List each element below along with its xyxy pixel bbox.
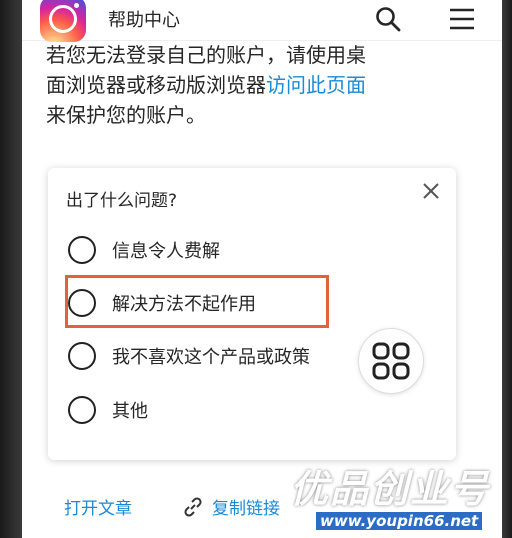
search-icon[interactable]: [374, 5, 402, 33]
radio-button[interactable]: [68, 236, 96, 264]
watermark-url: www.youpin66.net: [316, 512, 483, 530]
option-label: 其他: [112, 401, 148, 422]
copy-link-button[interactable]: 复制链接: [212, 494, 280, 519]
feedback-option-not-working[interactable]: 解决方法不起作用: [68, 285, 256, 321]
page-title: 帮助中心: [108, 10, 180, 31]
intro-line-3: 来保护您的账户。: [46, 103, 206, 127]
feedback-option-dislike-policy[interactable]: 我不喜欢这个产品或政策: [68, 338, 310, 374]
feedback-option-other[interactable]: 其他: [68, 392, 148, 428]
feedback-title: 出了什么问题?: [66, 191, 178, 211]
radio-button[interactable]: [68, 342, 96, 370]
device-bezel-left: [0, 0, 22, 538]
intro-line-1: 若您无法登录自己的账户，请使用桌: [46, 43, 366, 67]
open-article-link[interactable]: 打开文章: [64, 494, 132, 519]
page-header: 帮助中心: [22, 0, 502, 42]
hamburger-menu-icon[interactable]: [448, 7, 476, 31]
instagram-logo-icon[interactable]: [40, 0, 86, 42]
app-grid-button[interactable]: [358, 328, 424, 394]
grid-icon: [372, 342, 410, 380]
option-label: 信息令人费解: [112, 241, 220, 262]
watermark: 优品创业号 www.youpin66.net: [290, 458, 512, 538]
close-icon[interactable]: [420, 180, 442, 202]
feedback-card: 出了什么问题? 信息令人费解 解决方法不起作用 我不喜欢这个产品或政策 其他: [48, 168, 456, 460]
radio-button[interactable]: [68, 289, 96, 317]
feedback-option-confusing[interactable]: 信息令人费解: [68, 232, 220, 268]
option-label: 我不喜欢这个产品或政策: [112, 347, 310, 368]
link-chain-icon: [184, 497, 202, 517]
intro-line-2-text: 面浏览器或移动版浏览器: [46, 73, 266, 97]
intro-text: 若您无法登录自己的账户，请使用桌 面浏览器或移动版浏览器访问此页面 来保护您的账…: [46, 40, 476, 130]
option-label: 解决方法不起作用: [112, 294, 256, 315]
visit-page-link[interactable]: 访问此页面: [266, 73, 366, 97]
intro-line-2: 面浏览器或移动版浏览器访问此页面: [46, 70, 476, 100]
radio-button[interactable]: [68, 396, 96, 424]
watermark-brand: 优品创业号: [290, 467, 491, 511]
